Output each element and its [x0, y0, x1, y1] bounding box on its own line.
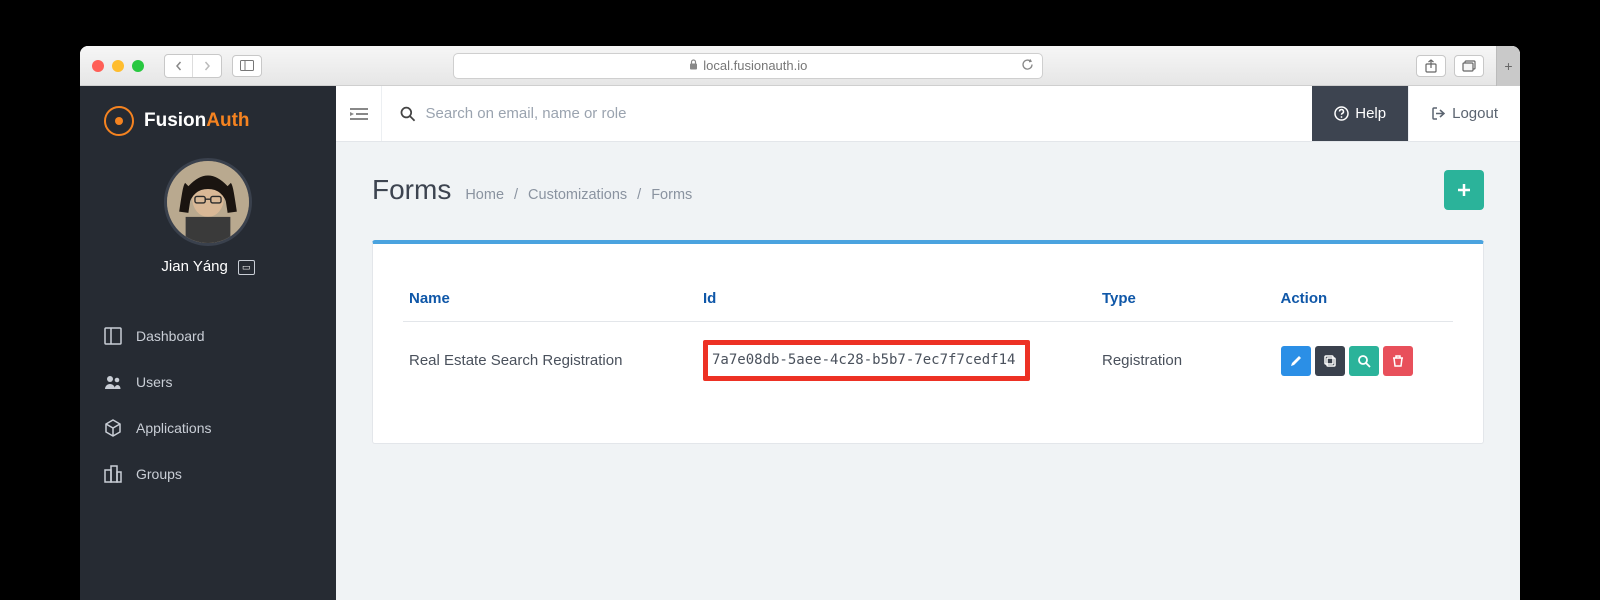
cell-id: 7a7e08db-5aee-4c28-b5b7-7ec7f7cedf14 — [697, 322, 1096, 392]
collapse-sidebar-button[interactable] — [336, 86, 382, 141]
sidebar-item-label: Users — [136, 374, 173, 390]
address-text: local.fusionauth.io — [703, 58, 807, 73]
cell-actions — [1275, 322, 1454, 392]
col-name[interactable]: Name — [403, 280, 697, 322]
logout-button[interactable]: Logout — [1408, 86, 1520, 141]
lock-icon — [689, 59, 698, 73]
close-window-button[interactable] — [92, 60, 104, 72]
avatar[interactable] — [164, 158, 252, 246]
brand-name-a: Fusion — [144, 110, 206, 131]
sidebar-item-label: Dashboard — [136, 328, 205, 344]
breadcrumb-forms[interactable]: Forms — [651, 187, 692, 203]
sidebar-item-label: Applications — [136, 420, 212, 436]
sidebar-item-applications[interactable]: Applications — [80, 405, 336, 451]
sidebar-item-users[interactable]: Users — [80, 359, 336, 405]
maximize-window-button[interactable] — [132, 60, 144, 72]
duplicate-button[interactable] — [1315, 346, 1345, 376]
main: Help Logout Forms Home / Customizations — [336, 86, 1520, 600]
col-id[interactable]: Id — [697, 280, 1096, 322]
brand-logo[interactable]: FusionAuth — [80, 86, 336, 146]
username: Jian Yáng ▭ — [80, 258, 336, 275]
breadcrumb-sep: / — [514, 187, 518, 203]
forms-table: Name Id Type Action Real Estate Search R… — [403, 280, 1453, 391]
edit-button[interactable] — [1281, 346, 1311, 376]
window-controls — [92, 60, 144, 72]
topbar: Help Logout — [336, 86, 1520, 142]
cell-name: Real Estate Search Registration — [403, 322, 697, 392]
help-icon — [1334, 106, 1349, 121]
profile-block: Jian Yáng ▭ — [80, 146, 336, 293]
new-tab-button[interactable]: + — [1496, 46, 1520, 86]
hamburger-indent-icon — [350, 107, 368, 121]
breadcrumb-home[interactable]: Home — [465, 187, 504, 203]
page-header: Forms Home / Customizations / Forms — [372, 170, 1484, 210]
forms-panel: Name Id Type Action Real Estate Search R… — [372, 240, 1484, 444]
forward-button[interactable] — [193, 55, 221, 77]
search-input[interactable] — [426, 105, 1295, 122]
logo-text: FusionAuth — [144, 110, 250, 132]
logout-icon — [1431, 106, 1446, 121]
search-icon — [400, 106, 416, 122]
table-row: Real Estate Search Registration 7a7e08db… — [403, 322, 1453, 392]
search-icon — [1357, 354, 1371, 368]
logout-label: Logout — [1452, 105, 1498, 122]
browser-window: local.fusionauth.io + FusionAuth — [80, 46, 1520, 600]
pencil-icon — [1289, 354, 1303, 368]
trash-icon — [1391, 354, 1405, 368]
share-button[interactable] — [1416, 55, 1446, 77]
view-button[interactable] — [1349, 346, 1379, 376]
delete-button[interactable] — [1383, 346, 1413, 376]
logo-mark-icon — [104, 106, 134, 136]
breadcrumb: Home / Customizations / Forms — [465, 187, 692, 203]
users-icon — [104, 373, 122, 391]
plus-icon — [1457, 183, 1471, 197]
sidebar-item-dashboard[interactable]: Dashboard — [80, 313, 336, 359]
nav-back-forward — [164, 54, 222, 78]
brand-name-b: Auth — [206, 110, 249, 131]
id-card-icon[interactable]: ▭ — [238, 260, 255, 275]
refresh-icon[interactable] — [1021, 58, 1034, 74]
cube-icon — [104, 419, 122, 437]
col-type[interactable]: Type — [1096, 280, 1275, 322]
sidebar-toggle-button[interactable] — [232, 55, 262, 77]
tabs-button[interactable] — [1454, 55, 1484, 77]
help-button[interactable]: Help — [1312, 86, 1408, 141]
help-label: Help — [1355, 105, 1386, 122]
copy-icon — [1323, 354, 1337, 368]
address-bar[interactable]: local.fusionauth.io — [453, 53, 1043, 79]
app-root: FusionAuth Jian Yáng — [80, 86, 1520, 600]
sidebar-nav: Dashboard Users Applications Groups — [80, 313, 336, 497]
groups-icon — [104, 465, 122, 483]
panel-icon — [104, 327, 122, 345]
id-value: 7a7e08db-5aee-4c28-b5b7-7ec7f7cedf14 — [712, 352, 1015, 368]
cell-type: Registration — [1096, 322, 1275, 392]
chrome-right-buttons: + — [1416, 55, 1508, 77]
sidebar-item-groups[interactable]: Groups — [80, 451, 336, 497]
sidebar-item-label: Groups — [136, 466, 182, 482]
page-title: Forms — [372, 174, 451, 206]
minimize-window-button[interactable] — [112, 60, 124, 72]
back-button[interactable] — [165, 55, 193, 77]
breadcrumb-customizations[interactable]: Customizations — [528, 187, 627, 203]
breadcrumb-sep: / — [637, 187, 641, 203]
add-form-button[interactable] — [1444, 170, 1484, 210]
content: Forms Home / Customizations / Forms — [336, 142, 1520, 600]
highlighted-id: 7a7e08db-5aee-4c28-b5b7-7ec7f7cedf14 — [703, 340, 1030, 381]
browser-chrome: local.fusionauth.io + — [80, 46, 1520, 86]
username-text: Jian Yáng — [161, 258, 227, 275]
col-action: Action — [1275, 280, 1454, 322]
search-container — [382, 86, 1312, 141]
sidebar: FusionAuth Jian Yáng — [80, 86, 336, 600]
